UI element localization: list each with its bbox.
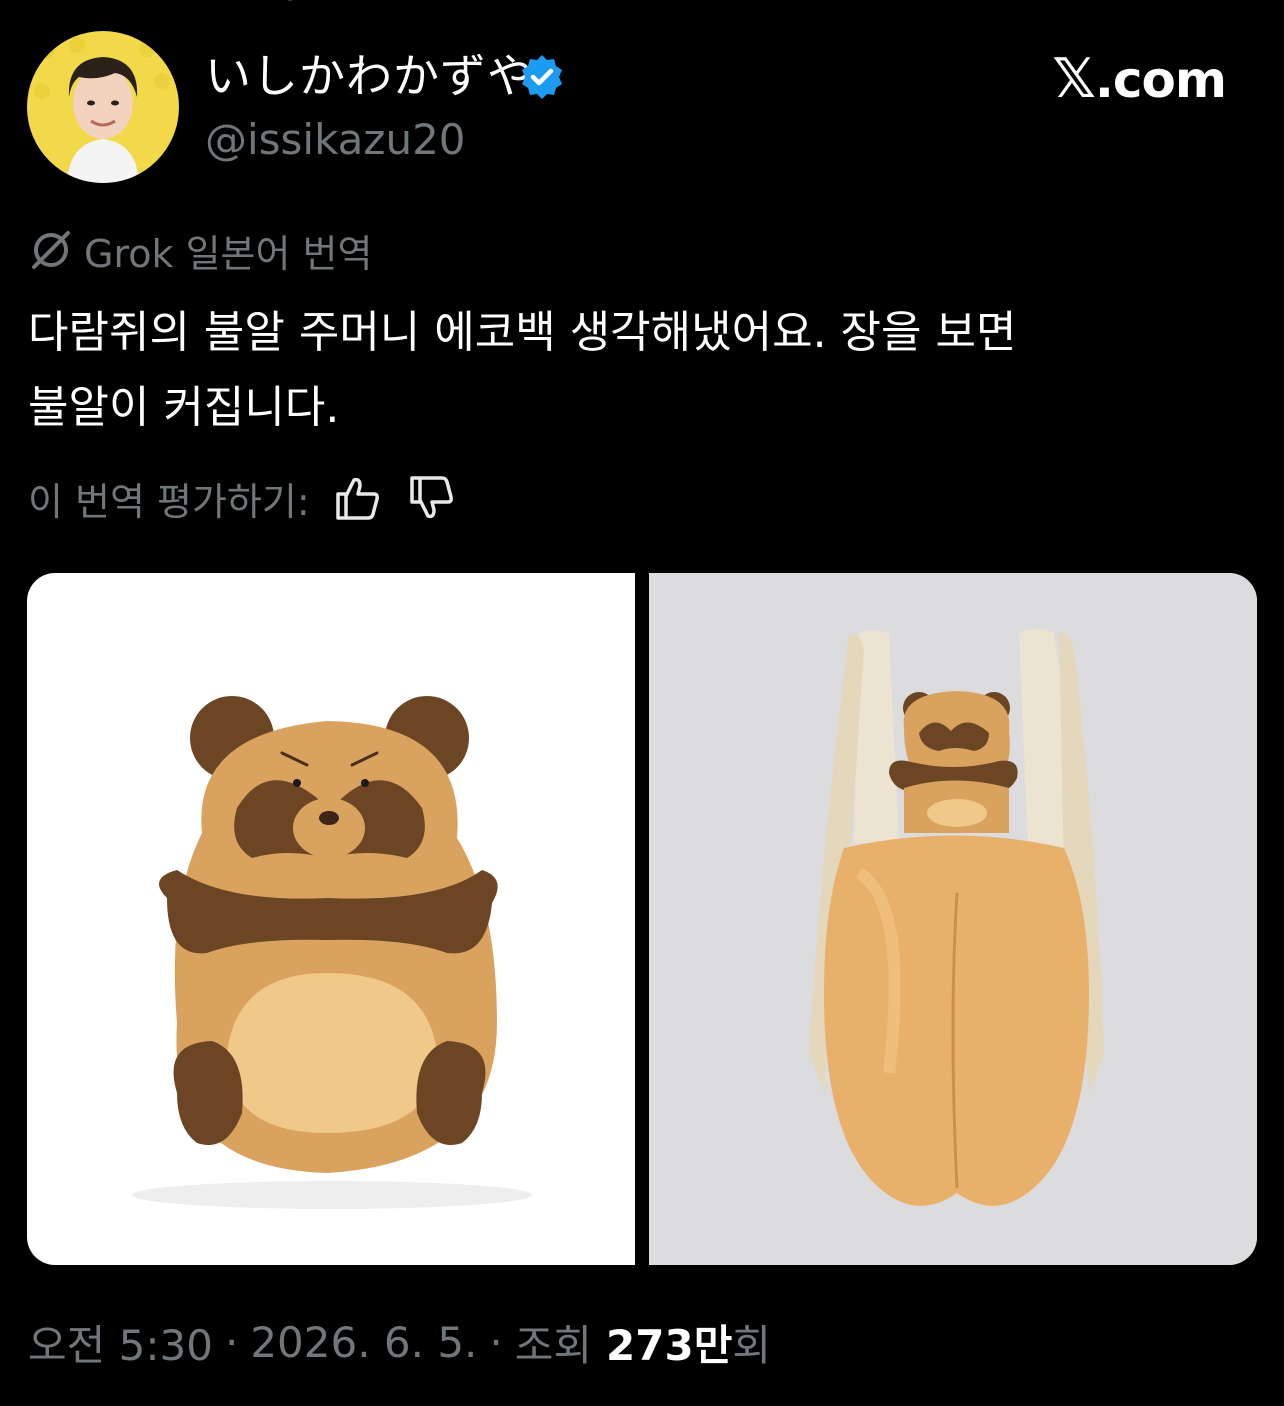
x-com-brand: 𝕏.com [1052,47,1227,110]
brand-suffix: .com [1094,51,1227,109]
rate-translation-label: 이 번역 평가하기: [28,479,310,524]
x-logo-icon: 𝕏 [1052,47,1096,110]
views-suffix: 회 [732,1320,771,1370]
top-fragment [287,0,293,1]
tweet-meta: 오전 5:30 · 2026. 6. 5. · 조회 273만 회 [28,1310,771,1374]
tweet-time[interactable]: 오전 5:30 [28,1312,213,1373]
meta-separator: · [489,1317,503,1367]
tweet-text: 다람쥐의 불알 주머니 에코백 생각해냈어요. 장을 보면 불알이 커집니다. [28,295,1258,445]
media-image-eco-bag[interactable] [649,573,1257,1265]
grok-icon [32,231,70,269]
verified-badge-icon [522,55,562,99]
translation-source: Grok 일본어 번역 [28,222,372,278]
author-handle[interactable]: @issikazu20 [205,114,466,166]
views-count[interactable]: 273만 [606,1312,732,1373]
views-prefix: 조회 [514,1320,593,1370]
meta-separator: · [224,1317,239,1367]
media-gallery [27,573,1257,1265]
tweet-line: 다람쥐의 불알 주머니 에코백 생각해냈어요. 장을 보면 [28,307,1017,358]
author-display-name[interactable]: いしかわかずや [205,48,534,104]
author-avatar[interactable] [27,31,179,183]
translation-source-label: Grok 일본어 번역 [84,231,373,276]
thumbs-up-icon[interactable] [332,472,384,524]
tweet-line: 불알이 커집니다. [28,382,340,433]
tanuki-eco-bag-image [649,573,1257,1265]
tweet-date[interactable]: 2026. 6. 5. [250,1318,477,1367]
rate-translation: 이 번역 평가하기: [28,470,458,526]
thumbs-down-icon[interactable] [406,472,458,524]
avatar-photo-icon [27,31,179,183]
media-image-plush-bag[interactable] [27,573,635,1265]
tanuki-plush-bag-image [132,696,532,1209]
